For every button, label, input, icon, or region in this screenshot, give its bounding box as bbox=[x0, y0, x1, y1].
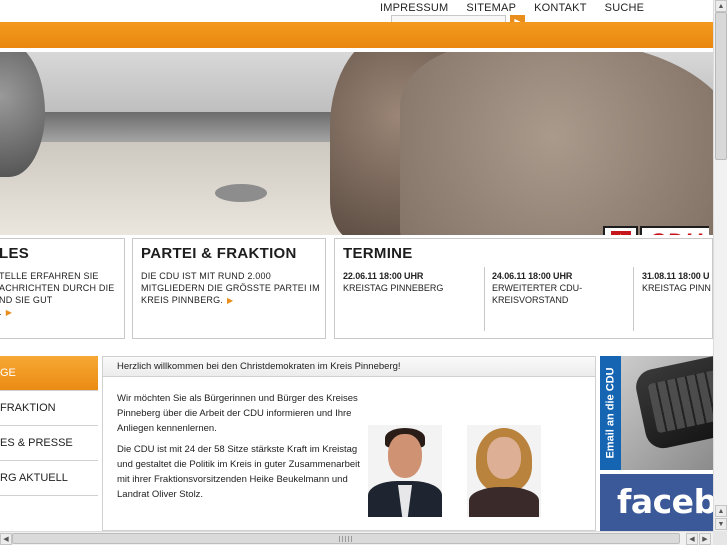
scroll-right-icon[interactable]: ▶ bbox=[699, 533, 711, 545]
vertical-scrollbar[interactable]: ▲ ▲ ▼ bbox=[713, 0, 727, 531]
news-box-text-content: TELLE ERFAHREN SIE ACHRICHTEN DURCH DIE … bbox=[0, 271, 115, 317]
content-text: Wir möchten Sie als Bürgerinnen und Bürg… bbox=[117, 391, 362, 502]
nav-kontakt-link[interactable]: KONTAKT bbox=[534, 0, 587, 16]
termin-item[interactable]: 24.06.11 18:00 UHR ERWEITERTER CDU-KREIS… bbox=[492, 270, 622, 330]
nav-impressum-link[interactable]: IMPRESSUM bbox=[380, 0, 448, 16]
arrow-right-icon[interactable]: ▶ bbox=[227, 296, 233, 305]
termin-divider bbox=[484, 267, 485, 331]
termin-desc: KREISTAG PINN bbox=[642, 283, 711, 293]
portrait-oliver-stolz bbox=[368, 425, 442, 517]
termine-title[interactable]: TERMINE bbox=[343, 245, 712, 262]
crest-icon bbox=[603, 226, 638, 235]
cdu-logo[interactable]: CDU bbox=[603, 226, 709, 235]
top-navigation: IMPRESSUM SITEMAP KONTAKT SUCHE bbox=[380, 0, 644, 16]
termin-date: 24.06.11 18:00 UHR bbox=[492, 271, 573, 281]
termin-divider bbox=[633, 267, 634, 331]
content-paragraph: Die CDU ist mit 24 der 58 Sitze stärkste… bbox=[117, 444, 360, 500]
termin-date: 31.08.11 18:00 U bbox=[642, 271, 710, 281]
partei-fraktion-box: PARTEI & FRAKTION DIE CDU IST MIT RUND 2… bbox=[132, 238, 326, 339]
nav-sitemap-link[interactable]: SITEMAP bbox=[466, 0, 516, 16]
horizontal-scroll-thumb[interactable] bbox=[12, 533, 680, 544]
scrollbar-corner bbox=[713, 531, 727, 545]
scroll-up-icon[interactable]: ▲ bbox=[715, 0, 727, 12]
hero-rock-big bbox=[400, 52, 713, 235]
hero-beach-image: CDU bbox=[0, 52, 713, 235]
leftnav-item-fraktion[interactable]: FRAKTION bbox=[0, 391, 98, 426]
hero-pebble bbox=[215, 184, 267, 202]
cdu-logo-text: CDU bbox=[640, 226, 709, 235]
termin-desc: KREISTAG PINNEBERG bbox=[343, 283, 444, 293]
leftnav-item-start[interactable]: GE bbox=[0, 356, 98, 391]
news-box: LES TELLE ERFAHREN SIE ACHRICHTEN DURCH … bbox=[0, 238, 125, 339]
termin-item[interactable]: 31.08.11 18:00 U KREISTAG PINN bbox=[642, 270, 714, 330]
email-cdu-banner[interactable]: Email an die CDU bbox=[600, 356, 713, 470]
phone-image bbox=[632, 356, 713, 452]
main-content: Herzlich willkommen bei den Christdemokr… bbox=[102, 356, 596, 531]
nav-suche-link[interactable]: SUCHE bbox=[605, 0, 645, 16]
content-paragraph: Wir möchten Sie als Bürgerinnen und Bürg… bbox=[117, 393, 358, 434]
leftnav-item-presse[interactable]: ES & PRESSE bbox=[0, 426, 98, 461]
email-banner-strip: Email an die CDU bbox=[600, 356, 621, 470]
news-box-text: TELLE ERFAHREN SIE ACHRICHTEN DURCH DIE … bbox=[0, 270, 124, 319]
termine-box: TERMINE 22.06.11 18:00 UHR KREISTAG PINN… bbox=[334, 238, 713, 339]
scroll-up-icon[interactable]: ▲ bbox=[715, 505, 727, 517]
email-banner-label: Email an die CDU bbox=[604, 367, 617, 459]
facebook-logo-text: facebo bbox=[617, 482, 713, 521]
arrow-right-icon[interactable]: ▶ bbox=[6, 308, 12, 317]
vertical-scroll-thumb[interactable] bbox=[715, 12, 727, 160]
scroll-left-icon[interactable]: ◀ bbox=[686, 533, 698, 545]
partei-fraktion-title[interactable]: PARTEI & FRAKTION bbox=[141, 245, 325, 262]
scroll-left-icon[interactable]: ◀ bbox=[0, 533, 12, 545]
horizontal-scrollbar[interactable]: ◀ ◀ ▶ bbox=[0, 531, 713, 545]
orange-header-bar bbox=[0, 22, 713, 48]
leftnav-item-aktuell[interactable]: RG AKTUELL bbox=[0, 461, 98, 496]
news-box-title: LES bbox=[0, 245, 30, 262]
termin-desc: ERWEITERTER CDU-KREISVORSTAND bbox=[492, 283, 583, 305]
left-navigation: GE FRAKTION ES & PRESSE RG AKTUELL bbox=[0, 356, 98, 496]
partei-fraktion-text: DIE CDU IST MIT RUND 2.000 MITGLIEDERN D… bbox=[141, 270, 325, 307]
facebook-banner[interactable]: facebo bbox=[600, 474, 713, 531]
welcome-heading: Herzlich willkommen bei den Christdemokr… bbox=[103, 357, 595, 377]
termin-item[interactable]: 22.06.11 18:00 UHR KREISTAG PINNEBERG bbox=[343, 270, 473, 330]
portrait-heike-beukelmann bbox=[467, 425, 541, 517]
termin-date: 22.06.11 18:00 UHR bbox=[343, 271, 424, 281]
scroll-down-icon[interactable]: ▼ bbox=[715, 518, 727, 530]
